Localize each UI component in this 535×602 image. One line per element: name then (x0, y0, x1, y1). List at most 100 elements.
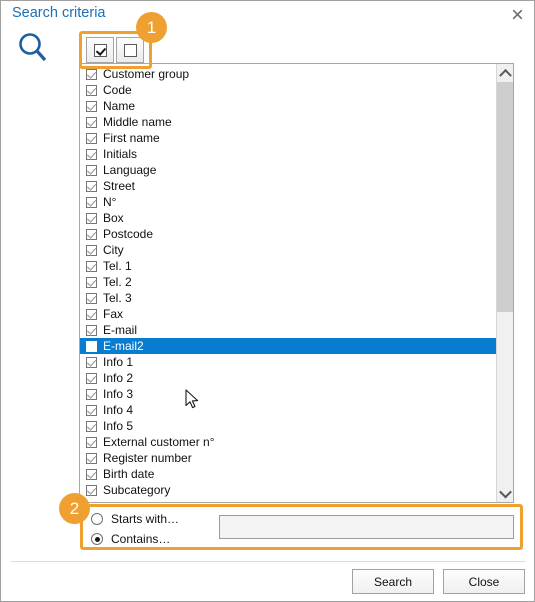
field-list-item-label: E-mail2 (103, 339, 144, 353)
search-button[interactable]: Search (352, 569, 434, 594)
field-list-item[interactable]: Language (80, 162, 496, 178)
radio-mark-starts-with (91, 513, 103, 525)
checked-box-icon[interactable] (86, 260, 97, 272)
field-list-item[interactable]: First name (80, 130, 496, 146)
field-list-item-label: N° (103, 195, 117, 209)
checked-box-icon[interactable] (86, 116, 97, 128)
checked-box-icon[interactable] (86, 292, 97, 304)
field-list-item-label: Info 4 (103, 403, 134, 417)
check-all-button[interactable] (86, 37, 114, 63)
checked-box-icon[interactable] (86, 228, 97, 240)
field-list-item[interactable]: City (80, 242, 496, 258)
scroll-up-button[interactable] (497, 64, 513, 82)
field-list-item[interactable]: Info 1 (80, 354, 496, 370)
radio-mark-contains (91, 533, 103, 545)
checked-box-icon[interactable] (86, 324, 97, 336)
checked-box-icon[interactable] (86, 420, 97, 432)
field-list-item-label: Info 1 (103, 355, 134, 369)
checked-box-icon[interactable] (86, 164, 97, 176)
magnifier-icon (13, 29, 55, 69)
checked-box-icon[interactable] (86, 372, 97, 384)
checked-box-icon[interactable] (86, 388, 97, 400)
field-list-item[interactable]: Birth date (80, 466, 496, 482)
radio-starts-with[interactable]: Starts with… (91, 512, 179, 526)
search-term-input[interactable] (219, 515, 514, 539)
field-list-item-label: Info 5 (103, 419, 134, 433)
checked-box-icon[interactable] (86, 308, 97, 320)
field-list-item-label: Fax (103, 307, 124, 321)
radio-label-contains: Contains… (111, 532, 171, 546)
chevron-down-icon (498, 485, 512, 499)
field-list-item[interactable]: N° (80, 194, 496, 210)
uncheck-all-button[interactable] (116, 37, 144, 63)
close-icon (511, 8, 524, 21)
field-list-item[interactable]: External customer n° (80, 434, 496, 450)
field-list-item-label: Street (103, 179, 136, 193)
vertical-scrollbar[interactable] (496, 64, 513, 502)
checked-box-icon[interactable] (86, 148, 97, 160)
chevron-up-icon (498, 68, 512, 82)
checked-box-icon[interactable] (86, 484, 97, 496)
checked-box-icon[interactable] (86, 196, 97, 208)
empty-box-icon[interactable] (86, 340, 97, 352)
field-list-item[interactable]: Postcode (80, 226, 496, 242)
radio-label-starts-with: Starts with… (111, 512, 180, 526)
field-list-item[interactable]: Info 5 (80, 418, 496, 434)
checked-box-icon[interactable] (86, 468, 97, 480)
search-criteria-dialog: Search criteria Customer group Code Name Mi… (0, 0, 535, 602)
field-list-item-label: City (103, 243, 124, 257)
checked-box-icon[interactable] (86, 100, 97, 112)
field-list-item[interactable]: Register number (80, 450, 496, 466)
field-list-item-label: Birth date (103, 467, 155, 481)
field-list-item-label: Initials (103, 147, 138, 161)
checked-box-icon[interactable] (86, 212, 97, 224)
radio-contains[interactable]: Contains… (91, 532, 170, 546)
field-list-item[interactable]: E-mail2 (80, 338, 496, 354)
close-button[interactable] (504, 3, 530, 25)
field-list-item[interactable]: Info 4 (80, 402, 496, 418)
field-list: Customer group Code Name Middle name First n… (80, 66, 496, 498)
scrollbar-thumb[interactable] (497, 82, 513, 312)
field-list-item[interactable]: Middle name (80, 114, 496, 130)
field-list-item-label: Info 3 (103, 387, 134, 401)
field-list-item[interactable]: Customer group (80, 66, 496, 82)
field-list-item[interactable]: Code (80, 82, 496, 98)
field-list-item[interactable]: Info 2 (80, 370, 496, 386)
checked-box-icon[interactable] (86, 356, 97, 368)
field-list-item-label: Info 2 (103, 371, 134, 385)
field-list-item[interactable]: E-mail (80, 322, 496, 338)
checked-box-icon[interactable] (86, 180, 97, 192)
close-dialog-button[interactable]: Close (443, 569, 525, 594)
field-list-item-label: Name (103, 99, 136, 113)
scroll-down-button[interactable] (497, 485, 513, 502)
field-list-item-label: Tel. 2 (103, 275, 132, 289)
field-list-item-label: Language (103, 163, 157, 177)
field-list-item[interactable]: Tel. 1 (80, 258, 496, 274)
checked-box-icon[interactable] (86, 404, 97, 416)
checked-box-icon[interactable] (86, 68, 97, 80)
title-bar: Search criteria (1, 1, 534, 28)
field-list-item[interactable]: Street (80, 178, 496, 194)
match-mode-group: Starts with… Contains… (80, 504, 523, 550)
field-list-item-label: Register number (103, 451, 192, 465)
field-list-item[interactable]: Subcategory (80, 482, 496, 498)
field-list-item-label: Middle name (103, 115, 172, 129)
footer-divider (11, 561, 526, 562)
field-list-item[interactable]: Box (80, 210, 496, 226)
field-list-item[interactable]: Info 3 (80, 386, 496, 402)
field-list-panel[interactable]: Customer group Code Name Middle name First n… (79, 63, 514, 503)
field-list-item-label: E-mail (103, 323, 138, 337)
checked-box-icon[interactable] (86, 452, 97, 464)
field-list-item-label: Postcode (103, 227, 154, 241)
field-list-item[interactable]: Fax (80, 306, 496, 322)
field-list-item[interactable]: Tel. 2 (80, 274, 496, 290)
field-list-item[interactable]: Tel. 3 (80, 290, 496, 306)
checked-box-icon[interactable] (86, 84, 97, 96)
checked-box-icon (93, 43, 107, 57)
field-list-item[interactable]: Name (80, 98, 496, 114)
field-list-item[interactable]: Initials (80, 146, 496, 162)
checked-box-icon[interactable] (86, 244, 97, 256)
checked-box-icon[interactable] (86, 436, 97, 448)
checked-box-icon[interactable] (86, 276, 97, 288)
checked-box-icon[interactable] (86, 132, 97, 144)
